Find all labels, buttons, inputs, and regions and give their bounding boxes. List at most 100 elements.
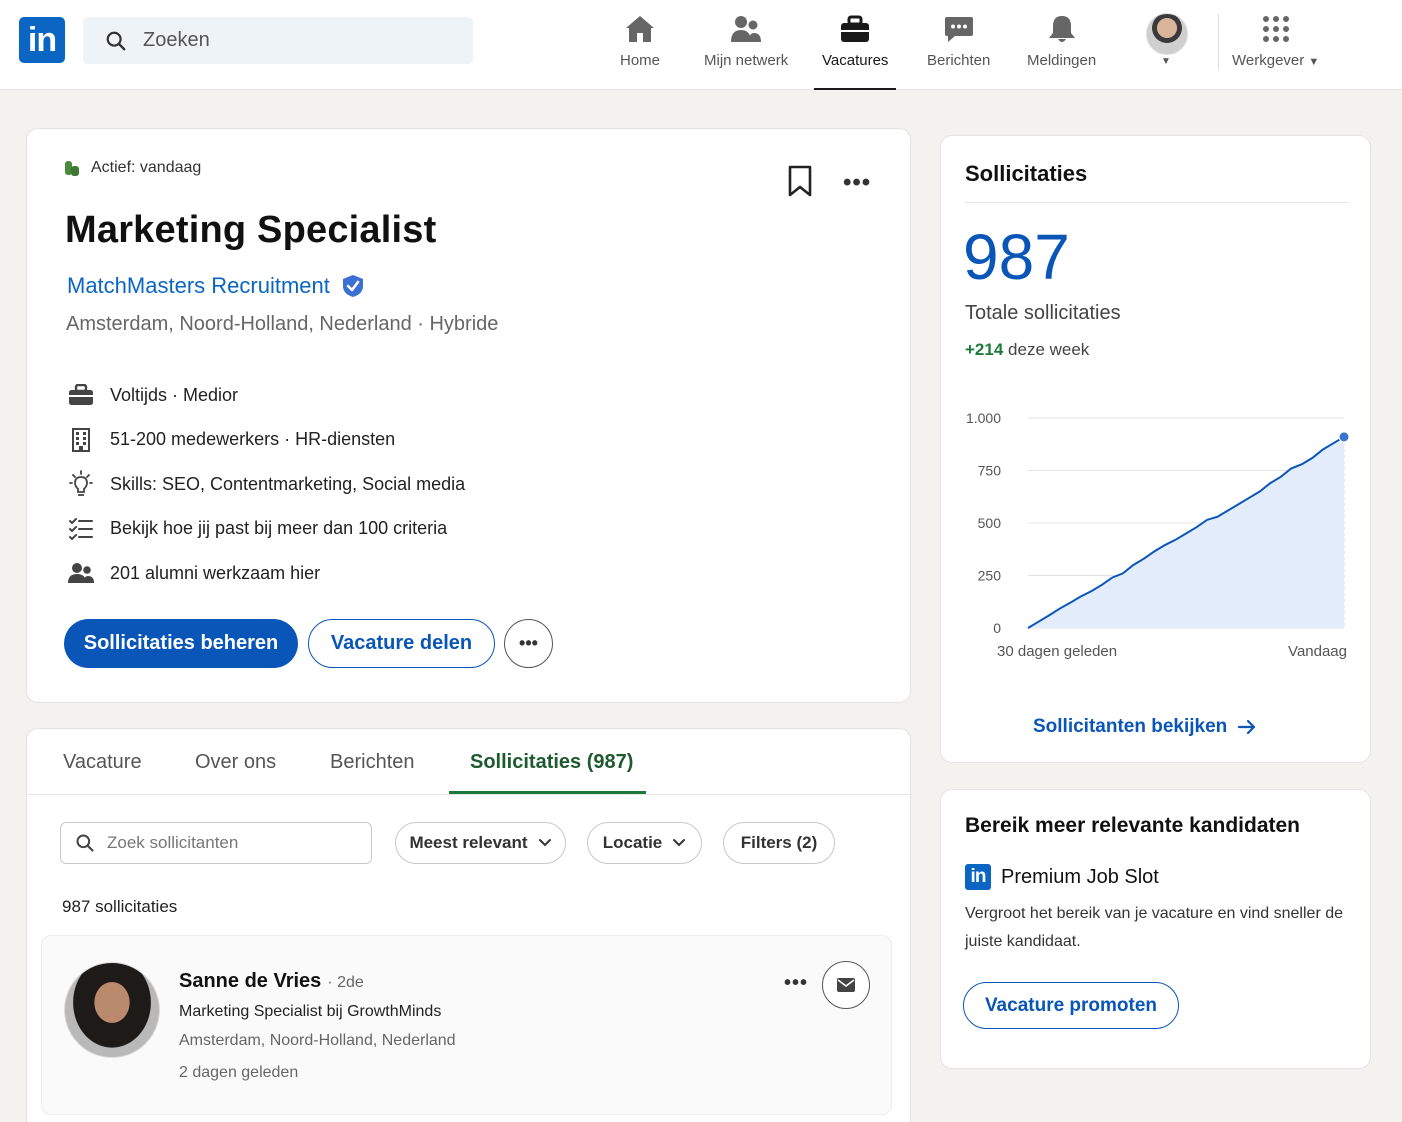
tab-about[interactable]: Over ons — [195, 751, 276, 774]
filters-label: Filters (2) — [740, 833, 818, 852]
applications-count: 987 sollicitaties — [62, 897, 178, 916]
job-title: Marketing Specialist — [65, 209, 437, 251]
applicant-row[interactable]: Sanne de Vries · 2de Marketing Specialist… — [41, 935, 892, 1115]
people-icon — [68, 563, 94, 584]
tab-job[interactable]: Vacature — [63, 751, 142, 774]
sort-label: Meest relevant — [409, 833, 528, 852]
chart-ytick-label: 0 — [993, 620, 1001, 636]
applicant-search[interactable] — [60, 822, 372, 864]
share-job-button[interactable]: Vacature delen — [308, 619, 495, 668]
global-search-input[interactable] — [143, 29, 443, 52]
applications-stats-card: Sollicitaties 987 Totale sollicitaties +… — [940, 135, 1371, 763]
applicant-name-line[interactable]: Sanne de Vries · 2de — [179, 970, 364, 993]
checklist-icon — [69, 517, 93, 541]
applicant-name[interactable]: Sanne de Vries — [179, 970, 321, 992]
verified-shield-icon — [342, 275, 363, 297]
search-icon — [76, 834, 94, 852]
applications-chart: 0 250 500 750 1.000 30 dagen geleden Vandaag — [966, 410, 1350, 660]
message-applicant-button[interactable] — [822, 961, 870, 1009]
tab-posts[interactable]: Berichten — [330, 751, 415, 774]
manage-applications-button[interactable]: Sollicitaties beheren — [64, 619, 298, 668]
nav-network-label: Mijn netwerk — [704, 52, 789, 69]
promotion-card: Bereik meer relevante kandidaten in Prem… — [940, 789, 1371, 1069]
fact-criteria-text: Bekijk hoe jij past bij meer dan 100 cri… — [110, 518, 448, 539]
home-icon — [626, 16, 654, 42]
chart-ytick-label: 500 — [978, 515, 1002, 531]
weekly-delta-value: +214 — [965, 340, 1004, 359]
chart-xtick-end: Vandaag — [1288, 643, 1347, 660]
sort-dropdown[interactable]: Meest relevant — [395, 822, 566, 864]
total-applications: 987 — [963, 221, 1070, 293]
nav-home[interactable]: Home — [620, 12, 660, 90]
job-status-text: Actief: vandaag — [91, 159, 202, 176]
nav-jobs-label: Vacatures — [822, 52, 889, 69]
building-icon — [72, 427, 90, 452]
fact-criteria[interactable]: Bekijk hoe jij past bij meer dan 100 cri… — [67, 507, 465, 552]
job-location: Amsterdam, Noord-Holland, Nederland · Hy… — [66, 313, 499, 335]
search-icon — [106, 31, 126, 50]
applicant-time: 2 dagen geleden — [179, 1064, 299, 1081]
promo-title: Bereik meer relevante kandidaten — [965, 814, 1300, 837]
apps-grid-icon — [1262, 16, 1289, 42]
location-filter-label: Locatie — [602, 833, 663, 852]
job-facts-list: Voltijds · Medior 51-200 medewerkers · H… — [67, 373, 465, 596]
chart-ytick-label: 750 — [978, 463, 1002, 479]
employer-label: Werkgever — [1232, 52, 1305, 69]
applicant-search-input[interactable] — [107, 833, 357, 853]
weekly-delta: +214 deze week — [965, 340, 1089, 360]
promote-job-button[interactable]: Vacature promoten — [963, 982, 1179, 1029]
active-tab-indicator — [449, 791, 646, 794]
chart-ytick-label: 250 — [978, 568, 1002, 584]
nav-notifications[interactable]: Meldingen — [1027, 12, 1096, 90]
filters-button[interactable]: Filters (2) — [723, 822, 835, 864]
view-applicants-label[interactable]: Sollicitanten bekijken — [1033, 716, 1227, 738]
chevron-down-icon[interactable]: ▼ — [1161, 56, 1171, 67]
total-applications-label: Totale sollicitaties — [965, 302, 1121, 324]
nav-employer-label: Werkgever ▼ — [1232, 52, 1319, 69]
tab-applications[interactable]: Sollicitaties (987) — [470, 751, 633, 774]
promo-product-name: Premium Job Slot — [1001, 865, 1159, 888]
nav-network[interactable]: Mijn netwerk — [704, 12, 788, 90]
network-icon — [731, 16, 762, 42]
linkedin-logo: in — [965, 864, 991, 890]
chart-last-point — [1338, 431, 1350, 443]
bookmark-icon[interactable] — [787, 165, 813, 197]
envelope-icon — [837, 978, 855, 992]
promo-description: Vergroot het bereik van je vacature en v… — [965, 905, 1344, 950]
chevron-down-icon — [673, 839, 686, 847]
briefcase-icon — [841, 15, 870, 42]
chart-xtick-start: 30 dagen geleden — [997, 643, 1117, 660]
linkedin-logo[interactable]: in — [19, 17, 65, 63]
applicant-avatar[interactable] — [64, 962, 160, 1058]
global-search[interactable] — [83, 17, 473, 64]
fact-skills-text: Skills: SEO, Contentmarketing, Social me… — [110, 473, 466, 494]
nav-jobs[interactable]: Vacatures — [813, 12, 897, 90]
nav-notifications-label: Meldingen — [1027, 52, 1097, 69]
applicant-more-button[interactable]: ••• — [784, 972, 808, 995]
nav-messages[interactable]: Berichten — [927, 12, 990, 90]
messages-icon — [944, 17, 973, 42]
fact-alumni-text: 201 alumni werkzaam hier — [110, 562, 321, 583]
top-navigation: in Home Mijn netwerk Vacatures Berichten… — [0, 0, 1402, 90]
view-applicants-link[interactable]: Sollicitanten bekijken — [1033, 716, 1257, 738]
caret-down-icon: ▼ — [1308, 56, 1320, 68]
connection-degree: · 2de — [327, 974, 364, 991]
nav-employer[interactable]: Werkgever ▼ — [1232, 12, 1319, 90]
active-status-icon — [65, 161, 79, 176]
fact-employment: Voltijds · Medior — [67, 373, 465, 418]
fact-company-size-text: 51-200 medewerkers · HR-diensten — [110, 429, 396, 450]
company-name[interactable]: MatchMasters Recruitment — [67, 273, 330, 299]
briefcase-icon — [69, 384, 93, 406]
fact-employment-text: Voltijds · Medior — [110, 384, 239, 405]
location-filter[interactable]: Locatie — [587, 822, 702, 864]
job-status: Actief: vandaag — [65, 159, 201, 177]
nav-divider — [1218, 14, 1219, 70]
profile-avatar[interactable] — [1146, 13, 1188, 55]
stats-title: Sollicitaties — [965, 161, 1088, 186]
more-actions-button[interactable]: ••• — [504, 619, 553, 668]
promo-product: in Premium Job Slot — [965, 864, 1159, 890]
more-options-button[interactable]: ••• — [843, 169, 871, 197]
bell-icon — [1048, 16, 1075, 42]
applications-card: Vacature Over ons Berichten Sollicitatie… — [26, 728, 911, 1122]
company-link[interactable]: MatchMasters Recruitment — [67, 273, 364, 299]
